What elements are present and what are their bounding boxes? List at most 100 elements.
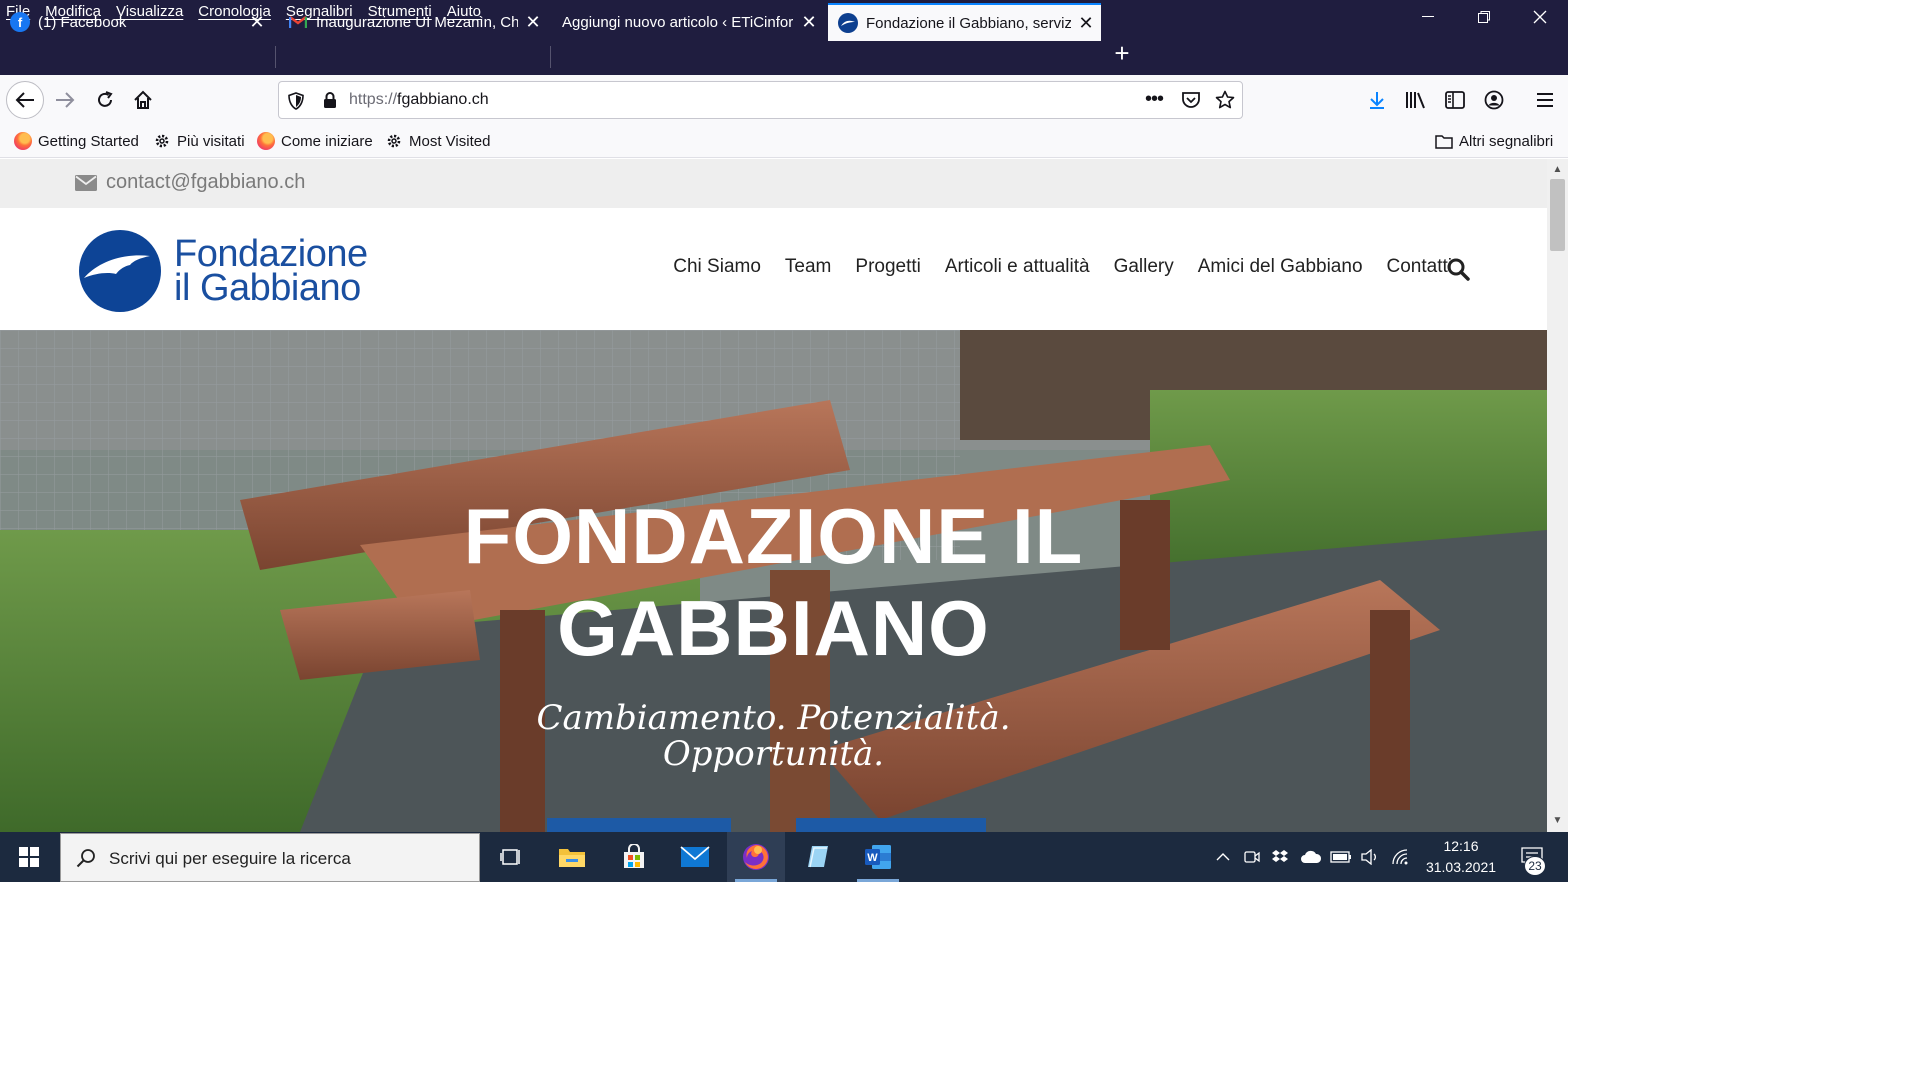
close-tab-icon[interactable]: ✕ xyxy=(794,12,824,33)
url-bar[interactable]: https://fgabbiano.ch ••• xyxy=(278,81,1243,119)
close-tab-icon[interactable]: ✕ xyxy=(518,12,548,33)
page-actions-icon[interactable]: ••• xyxy=(1145,88,1164,111)
forward-button[interactable] xyxy=(48,83,82,117)
tab-eticinfor[interactable]: Aggiungi nuovo articolo ‹ ETiCinfor ✕ xyxy=(552,3,824,41)
show-hidden-icons-button[interactable] xyxy=(1212,832,1234,882)
minimize-button[interactable] xyxy=(1400,0,1456,34)
arrow-left-icon xyxy=(15,92,34,108)
contact-email-link[interactable]: contact@fgabbiano.ch xyxy=(75,171,305,194)
restore-button[interactable] xyxy=(1456,0,1512,34)
sidebar-button[interactable] xyxy=(1438,83,1472,117)
scroll-up-icon[interactable]: ▲ xyxy=(1547,164,1568,175)
dropbox-tray[interactable] xyxy=(1268,832,1292,882)
page-scrollbar[interactable]: ▲ ▼ xyxy=(1547,159,1568,832)
tab-title: Aggiungi nuovo articolo ‹ ETiCinfor xyxy=(562,13,794,31)
tagline-line2: Opportunità. xyxy=(662,734,885,774)
taskbar-clock[interactable]: 12:16 31.03.2021 xyxy=(1412,836,1510,878)
mail-icon xyxy=(680,846,710,867)
mail-button[interactable] xyxy=(666,832,724,882)
site-logo[interactable]: Fondazione il Gabbiano xyxy=(78,229,368,313)
library-button[interactable] xyxy=(1399,83,1433,117)
onedrive-tray[interactable] xyxy=(1298,832,1324,882)
cloud-icon xyxy=(1301,850,1322,863)
logo-text-line1: Fondazione xyxy=(174,233,368,275)
bookmark-star-icon[interactable] xyxy=(1215,90,1235,110)
nav-progetti[interactable]: Progetti xyxy=(855,256,920,278)
close-icon xyxy=(1533,10,1547,24)
file-explorer-button[interactable] xyxy=(543,832,601,882)
reload-button[interactable] xyxy=(88,83,122,117)
nav-team[interactable]: Team xyxy=(785,256,831,278)
nav-chi-siamo[interactable]: Chi Siamo xyxy=(673,256,761,278)
back-button[interactable] xyxy=(6,81,44,119)
other-bookmarks[interactable]: Altri segnalibri xyxy=(1435,132,1553,150)
firefox-icon xyxy=(14,132,32,150)
lock-icon[interactable] xyxy=(323,92,337,109)
tab-facebook[interactable]: f (1) Facebook ✕ xyxy=(0,3,272,41)
tracking-shield-icon[interactable] xyxy=(288,92,304,110)
search-icon[interactable] xyxy=(1446,257,1470,281)
nav-amici[interactable]: Amici del Gabbiano xyxy=(1198,256,1363,278)
firefox-taskbar-button[interactable] xyxy=(727,832,785,882)
battery-tray[interactable] xyxy=(1328,832,1354,882)
edge-legacy-button[interactable] xyxy=(788,832,846,882)
close-window-button[interactable] xyxy=(1512,0,1568,34)
tab-fondazione-gabbiano[interactable]: Fondazione il Gabbiano, servizi ✕ xyxy=(828,3,1101,41)
chevron-up-icon xyxy=(1216,853,1230,861)
camera-icon xyxy=(1244,851,1260,863)
hero-title-line2: GABBIANO xyxy=(557,584,990,672)
network-tray[interactable] xyxy=(1388,832,1412,882)
nav-contatti[interactable]: Contatti xyxy=(1387,256,1452,278)
bookmarks-toolbar: Getting Started Più visitati Come inizia… xyxy=(0,125,1568,158)
bookmark-getting-started[interactable]: Getting Started xyxy=(14,132,139,150)
hero-title: FONDAZIONE IL GABBIANO xyxy=(0,490,1547,674)
close-tab-icon[interactable]: ✕ xyxy=(1071,13,1101,34)
store-icon xyxy=(624,844,644,868)
action-center-button[interactable]: 23 xyxy=(1510,832,1554,882)
bookmark-most-visited[interactable]: Most Visited xyxy=(385,132,490,150)
scrollbar-thumb[interactable] xyxy=(1550,179,1565,251)
sticky-notes-icon xyxy=(808,846,828,868)
close-tab-icon[interactable]: ✕ xyxy=(242,12,272,33)
navigation-toolbar: https://fgabbiano.ch ••• xyxy=(0,75,1568,125)
svg-text:W: W xyxy=(867,852,878,864)
firefox-icon xyxy=(743,844,769,870)
volume-tray[interactable] xyxy=(1358,832,1382,882)
page-viewport: contact@fgabbiano.ch Fondazione il Gabbi… xyxy=(0,159,1547,832)
tab-gmail[interactable]: Inaugurazione UI Mezanìn, Chia ✕ xyxy=(278,3,548,41)
account-button[interactable] xyxy=(1477,83,1511,117)
account-icon xyxy=(1484,90,1504,110)
pocket-icon[interactable] xyxy=(1181,91,1201,110)
site-header: Fondazione il Gabbiano Chi Siamo Team Pr… xyxy=(0,208,1547,330)
hero-title-line1: FONDAZIONE IL xyxy=(463,492,1084,580)
hero-button-right[interactable] xyxy=(796,818,986,832)
bookmark-come-iniziare[interactable]: Come iniziare xyxy=(257,132,373,150)
bookmark-label: Più visitati xyxy=(177,132,245,150)
gear-icon xyxy=(385,132,403,150)
facebook-icon: f xyxy=(10,12,30,32)
meet-now-tray[interactable] xyxy=(1240,832,1264,882)
taskbar-search-box[interactable]: Scrivi qui per eseguire la ricerca xyxy=(60,833,480,882)
new-tab-button[interactable]: + xyxy=(1108,40,1136,68)
sidebar-icon xyxy=(1445,91,1465,109)
nav-gallery[interactable]: Gallery xyxy=(1114,256,1174,278)
url-text[interactable]: https://fgabbiano.ch xyxy=(349,91,489,109)
bookmark-piu-visitati[interactable]: Più visitati xyxy=(153,132,245,150)
downloads-button[interactable] xyxy=(1360,83,1394,117)
task-view-button[interactable] xyxy=(482,832,540,882)
word-button[interactable]: W xyxy=(849,832,907,882)
hamburger-icon xyxy=(1537,93,1553,107)
home-button[interactable] xyxy=(126,83,160,117)
nav-articoli[interactable]: Articoli e attualità xyxy=(945,256,1090,278)
main-navigation: Chi Siamo Team Progetti Articoli e attua… xyxy=(673,256,1452,278)
hero-button-left[interactable] xyxy=(547,818,731,832)
tab-title: (1) Facebook xyxy=(38,13,127,31)
app-menu-button[interactable] xyxy=(1528,83,1562,117)
bookmark-label: Come iniziare xyxy=(281,132,373,150)
start-button[interactable] xyxy=(0,832,58,882)
notification-count-badge: 23 xyxy=(1524,856,1546,876)
microsoft-store-button[interactable] xyxy=(605,832,663,882)
windows-logo-icon xyxy=(19,847,39,867)
scroll-down-icon[interactable]: ▼ xyxy=(1547,815,1568,826)
tab-title: Fondazione il Gabbiano, servizi xyxy=(866,14,1071,32)
